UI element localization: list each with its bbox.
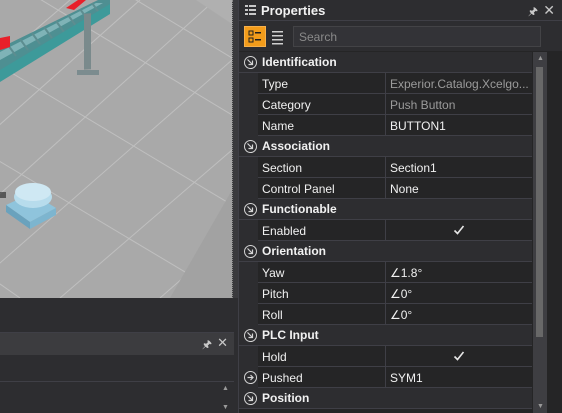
viewport-footer (0, 298, 238, 328)
property-row-section[interactable]: Section Section1 (239, 157, 532, 178)
property-row-pushed[interactable]: Pushed SYM1 (239, 367, 532, 388)
property-row-type[interactable]: Type Experior.Catalog.Xcelgo... (239, 73, 532, 94)
property-row-hold[interactable]: Hold (239, 346, 532, 367)
property-name: Pitch (262, 287, 289, 301)
scrollbar-thumb[interactable] (536, 67, 543, 337)
scene-canvas[interactable] (0, 0, 232, 298)
output-panel-scrollbar[interactable]: ▲ ▼ (220, 385, 232, 413)
row-gutter (239, 178, 258, 199)
property-value[interactable] (385, 346, 532, 367)
category-label: Identification (262, 55, 337, 69)
category-label: Orientation (262, 244, 327, 258)
row-gutter (239, 94, 258, 115)
scroll-up-icon[interactable]: ▲ (222, 385, 229, 392)
category-identification[interactable]: Identification (239, 52, 532, 73)
category-plc-input[interactable]: PLC Input (239, 325, 532, 346)
panel-title: Properties (261, 3, 326, 18)
property-grid-scrollbar[interactable]: ▲ ▼ (533, 52, 547, 413)
property-row-category[interactable]: Category Push Button (239, 94, 532, 115)
search-input[interactable] (293, 26, 541, 47)
category-functionable[interactable]: Functionable (239, 199, 532, 220)
category-association[interactable]: Association (239, 136, 532, 157)
scroll-down-icon[interactable]: ▼ (222, 404, 229, 411)
row-gutter (239, 304, 258, 325)
collapse-circle-icon[interactable] (244, 392, 257, 405)
property-name: Control Panel (262, 182, 335, 196)
alphabetical-list-icon (272, 31, 283, 45)
property-row-yaw[interactable]: Yaw ∠1.8° (239, 262, 532, 283)
property-name: Name (262, 119, 295, 133)
property-name: Pushed (262, 371, 303, 385)
output-panel-content (0, 381, 234, 413)
row-gutter (239, 346, 258, 367)
category-label: Association (262, 139, 331, 153)
property-value[interactable]: Push Button (385, 94, 532, 115)
property-grid: Identification Type Experior.Catalog.Xcelg… (239, 52, 532, 413)
collapse-circle-icon[interactable] (244, 329, 257, 342)
3d-viewport[interactable] (0, 0, 232, 298)
category-label: Position (262, 391, 310, 405)
properties-panel: Properties 🖈 ✕ Identification Type Experio… (238, 0, 562, 413)
category-position[interactable]: Position (239, 388, 532, 409)
property-name: Enabled (262, 224, 307, 238)
property-row-control-panel[interactable]: Control Panel None (239, 178, 532, 199)
output-panel: 🖈 ✕ ▲ ▼ (0, 332, 234, 413)
category-orientation[interactable]: Orientation (239, 241, 532, 262)
property-name: Yaw (262, 266, 285, 280)
property-row-enabled[interactable]: Enabled (239, 220, 532, 241)
property-name: Category (262, 98, 311, 112)
row-gutter (239, 157, 258, 178)
property-row-name[interactable]: Name BUTTON1 (239, 115, 532, 136)
close-icon[interactable]: ✕ (217, 335, 228, 351)
property-value[interactable]: ∠1.8° (385, 262, 532, 283)
close-icon[interactable]: ✕ (543, 2, 555, 19)
property-name: Hold (262, 350, 287, 364)
property-row-roll[interactable]: Roll ∠0° (239, 304, 532, 325)
property-value[interactable]: ∠0° (385, 304, 532, 325)
expand-circle-icon[interactable] (244, 371, 257, 384)
alphabetical-view-button[interactable] (269, 27, 287, 46)
property-name: Roll (262, 308, 283, 322)
property-value[interactable]: Section1 (385, 157, 532, 178)
property-row-pitch[interactable]: Pitch ∠0° (239, 283, 532, 304)
property-name: Section (262, 161, 303, 175)
collapse-circle-icon[interactable] (244, 245, 257, 258)
scroll-up-icon[interactable]: ▲ (537, 55, 544, 62)
checkbox-checked-icon[interactable] (452, 349, 466, 363)
properties-titlebar: Properties 🖈 ✕ (239, 0, 562, 21)
categorized-list-icon (248, 30, 261, 43)
pin-icon[interactable]: 🖈 (202, 336, 212, 355)
row-gutter (239, 73, 258, 94)
properties-toolbar (239, 21, 562, 51)
row-gutter (239, 283, 258, 304)
property-name: Type (262, 77, 289, 91)
collapse-circle-icon[interactable] (244, 203, 257, 216)
scroll-down-icon[interactable]: ▼ (537, 403, 544, 410)
property-value[interactable]: Experior.Catalog.Xcelgo... (385, 73, 532, 94)
category-label: PLC Input (262, 328, 319, 342)
checkbox-checked-icon[interactable] (452, 223, 466, 237)
pin-icon[interactable]: 🖈 (528, 3, 538, 22)
collapse-circle-icon[interactable] (244, 140, 257, 153)
output-panel-titlebar: 🖈 ✕ (0, 333, 234, 355)
row-gutter (239, 262, 258, 283)
collapse-circle-icon[interactable] (244, 56, 257, 69)
property-value[interactable]: ∠0° (385, 283, 532, 304)
row-gutter (239, 115, 258, 136)
property-value[interactable]: SYM1 (385, 367, 532, 388)
categorized-view-button[interactable] (244, 26, 266, 47)
property-value[interactable]: BUTTON1 (385, 115, 532, 136)
properties-icon (245, 5, 256, 15)
property-value[interactable] (385, 220, 532, 241)
row-gutter (239, 220, 258, 241)
property-value[interactable]: None (385, 178, 532, 199)
category-label: Functionable (262, 202, 337, 216)
